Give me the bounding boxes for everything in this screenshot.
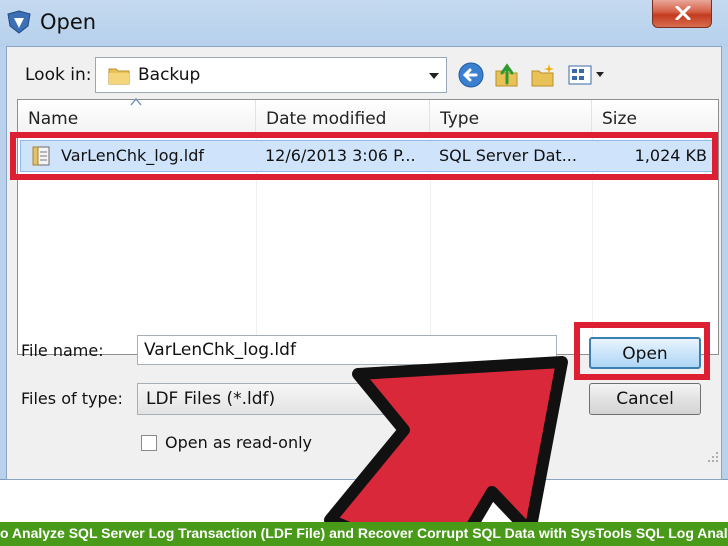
- red-pointer-arrow-icon: [324, 356, 568, 546]
- caption-bar: o Analyze SQL Server Log Transaction (LD…: [0, 522, 728, 546]
- caption-text: o Analyze SQL Server Log Transaction (LD…: [0, 525, 728, 541]
